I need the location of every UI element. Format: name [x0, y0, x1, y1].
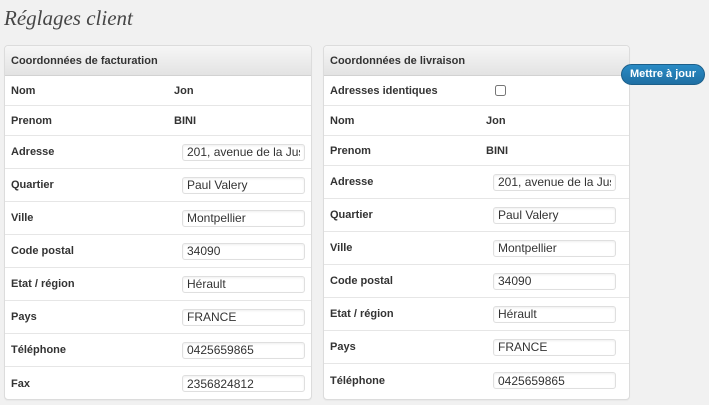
field-label: Quartier	[11, 179, 54, 191]
billing-row-prenom: Prenom BINI	[5, 106, 311, 136]
billing-row-pays: Pays	[5, 301, 311, 334]
billing-fax-input[interactable]	[182, 375, 305, 392]
billing-phone-input[interactable]	[182, 341, 305, 359]
field-label: Ville	[11, 212, 34, 224]
billing-country-input[interactable]	[182, 308, 305, 326]
billing-row-quartier: Quartier	[5, 169, 311, 202]
shipping-row-same-address: Adresses identiques	[324, 76, 629, 106]
billing-row-telephone: Téléphone	[5, 334, 311, 367]
billing-row-fax: Fax	[5, 367, 311, 399]
shipping-row-code-postal: Code postal	[324, 265, 629, 298]
billing-city-input[interactable]	[182, 209, 305, 227]
page-title: Réglages client	[4, 6, 133, 30]
field-value: BINI	[174, 114, 196, 127]
billing-row-nom: Nom Jon	[5, 76, 311, 106]
shipping-row-adresse: Adresse	[324, 166, 629, 199]
field-label: Nom	[330, 114, 355, 127]
field-label: Adresse	[330, 176, 374, 188]
field-label: Code postal	[11, 245, 74, 257]
field-label: Téléphone	[11, 344, 67, 356]
shipping-phone-input[interactable]	[493, 372, 616, 389]
shipping-row-quartier: Quartier	[324, 199, 629, 232]
shipping-region-input[interactable]	[493, 305, 616, 323]
field-value: Jon	[174, 84, 194, 97]
billing-row-code-postal: Code postal	[5, 235, 311, 268]
shipping-row-telephone: Téléphone	[324, 364, 629, 397]
billing-postcode-input[interactable]	[182, 242, 305, 260]
field-label: Code postal	[330, 275, 393, 287]
field-label: Ville	[330, 242, 353, 254]
billing-district-input[interactable]	[182, 176, 305, 194]
billing-row-adresse: Adresse	[5, 136, 311, 169]
billing-address-input[interactable]	[182, 143, 305, 161]
field-label: Fax	[11, 377, 30, 390]
shipping-row-region: Etat / région	[324, 298, 629, 331]
billing-panel: Coordonnées de facturation Nom Jon Preno…	[4, 45, 312, 400]
shipping-row-prenom: Prenom BINI	[324, 136, 629, 166]
field-value: Jon	[486, 114, 506, 127]
billing-row-ville: Ville	[5, 202, 311, 235]
field-label: Etat / région	[11, 278, 75, 290]
field-label: Etat / région	[330, 308, 394, 320]
field-label: Adresse	[11, 146, 55, 158]
shipping-panel-header: Coordonnées de livraison	[324, 46, 629, 76]
billing-panel-header: Coordonnées de facturation	[5, 46, 311, 76]
shipping-panel: Coordonnées de livraison Adresses identi…	[323, 45, 630, 400]
field-label: Quartier	[330, 209, 373, 221]
shipping-row-nom: Nom Jon	[324, 106, 629, 136]
shipping-district-input[interactable]	[493, 206, 616, 224]
billing-region-input[interactable]	[182, 275, 305, 293]
field-value: BINI	[486, 144, 508, 157]
billing-row-region: Etat / région	[5, 268, 311, 301]
update-button[interactable]: Mettre à jour	[621, 64, 705, 85]
field-label: Nom	[11, 84, 36, 97]
field-label: Adresses identiques	[330, 84, 438, 97]
same-address-checkbox[interactable]	[495, 85, 506, 96]
shipping-row-ville: Ville	[324, 232, 629, 265]
shipping-address-input[interactable]	[493, 173, 616, 191]
shipping-postcode-input[interactable]	[493, 272, 616, 290]
shipping-country-input[interactable]	[493, 338, 616, 356]
field-label: Prenom	[330, 144, 371, 157]
shipping-city-input[interactable]	[493, 239, 616, 257]
field-label: Prenom	[11, 114, 52, 127]
field-label: Pays	[330, 341, 356, 353]
field-label: Téléphone	[330, 374, 386, 387]
shipping-row-pays: Pays	[324, 331, 629, 364]
field-label: Pays	[11, 311, 37, 323]
